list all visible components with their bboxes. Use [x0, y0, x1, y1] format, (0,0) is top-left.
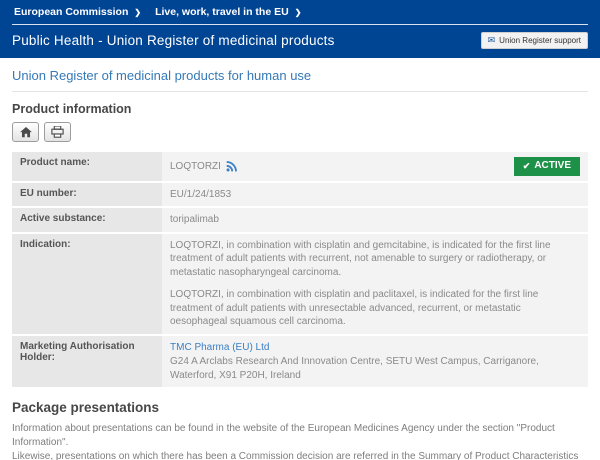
status-badge: ✔ ACTIVE	[514, 157, 580, 176]
chevron-right-icon: ❯	[134, 8, 141, 17]
table-row-eu-number: EU number: EU/1/24/1853	[12, 183, 588, 207]
print-button[interactable]	[44, 122, 71, 142]
package-text-line-2: Likewise, presentations on which there h…	[12, 450, 588, 460]
product-name-label: Product name:	[12, 152, 162, 181]
mah-label: Marketing Authorisation Holder:	[12, 336, 162, 388]
rss-icon[interactable]	[226, 161, 237, 172]
mah-address: G24 A Arclabs Research And Innovation Ce…	[170, 355, 580, 382]
home-icon	[20, 127, 32, 138]
envelope-icon: ✉	[488, 35, 496, 46]
breadcrumb-label: Live, work, travel in the EU	[155, 6, 289, 18]
active-substance-label: Active substance:	[12, 208, 162, 232]
indication-paragraph-1: LOQTORZI, in combination with cisplatin …	[170, 239, 580, 280]
mah-link[interactable]: TMC Pharma (EU) Ltd	[170, 341, 580, 355]
active-substance-value: toripalimab	[162, 208, 588, 232]
site-title: Public Health - Union Register of medici…	[12, 33, 335, 48]
package-text-line-1: Information about presentations can be f…	[12, 422, 588, 450]
product-name-value: LOQTORZI	[170, 160, 221, 174]
breadcrumb-label: European Commission	[14, 6, 128, 18]
table-row-active-substance: Active substance: toripalimab	[12, 208, 588, 232]
register-heading[interactable]: Union Register of medicinal products for…	[12, 58, 588, 92]
table-row-mah: Marketing Authorisation Holder: TMC Phar…	[12, 336, 588, 388]
indication-paragraph-2: LOQTORZI, in combination with cisplatin …	[170, 288, 580, 329]
product-info-table: Product name: LOQTORZI ✔ ACTIVE EU	[12, 152, 588, 387]
eu-number-value: EU/1/24/1853	[162, 183, 588, 207]
breadcrumb-live-work-travel[interactable]: Live, work, travel in the EU ❯	[155, 6, 301, 18]
union-register-support-button[interactable]: ✉ Union Register support	[481, 32, 588, 49]
package-presentations-heading: Package presentations	[12, 400, 588, 415]
chevron-right-icon: ❯	[295, 8, 302, 17]
indication-label: Indication:	[12, 234, 162, 334]
table-row-indication: Indication: LOQTORZI, in combination wit…	[12, 234, 588, 334]
printer-icon	[51, 126, 64, 138]
status-badge-label: ACTIVE	[534, 159, 571, 173]
breadcrumb: European Commission ❯ Live, work, travel…	[0, 0, 600, 22]
table-row-product-name: Product name: LOQTORZI ✔ ACTIVE	[12, 152, 588, 181]
home-button[interactable]	[12, 122, 39, 142]
product-toolbar	[12, 122, 588, 142]
top-banner: European Commission ❯ Live, work, travel…	[0, 0, 600, 58]
check-icon: ✔	[523, 160, 531, 172]
product-information-heading: Product information	[12, 102, 588, 116]
breadcrumb-european-commission[interactable]: European Commission ❯	[14, 6, 141, 18]
support-button-label: Union Register support	[499, 36, 581, 45]
eu-number-label: EU number:	[12, 183, 162, 207]
